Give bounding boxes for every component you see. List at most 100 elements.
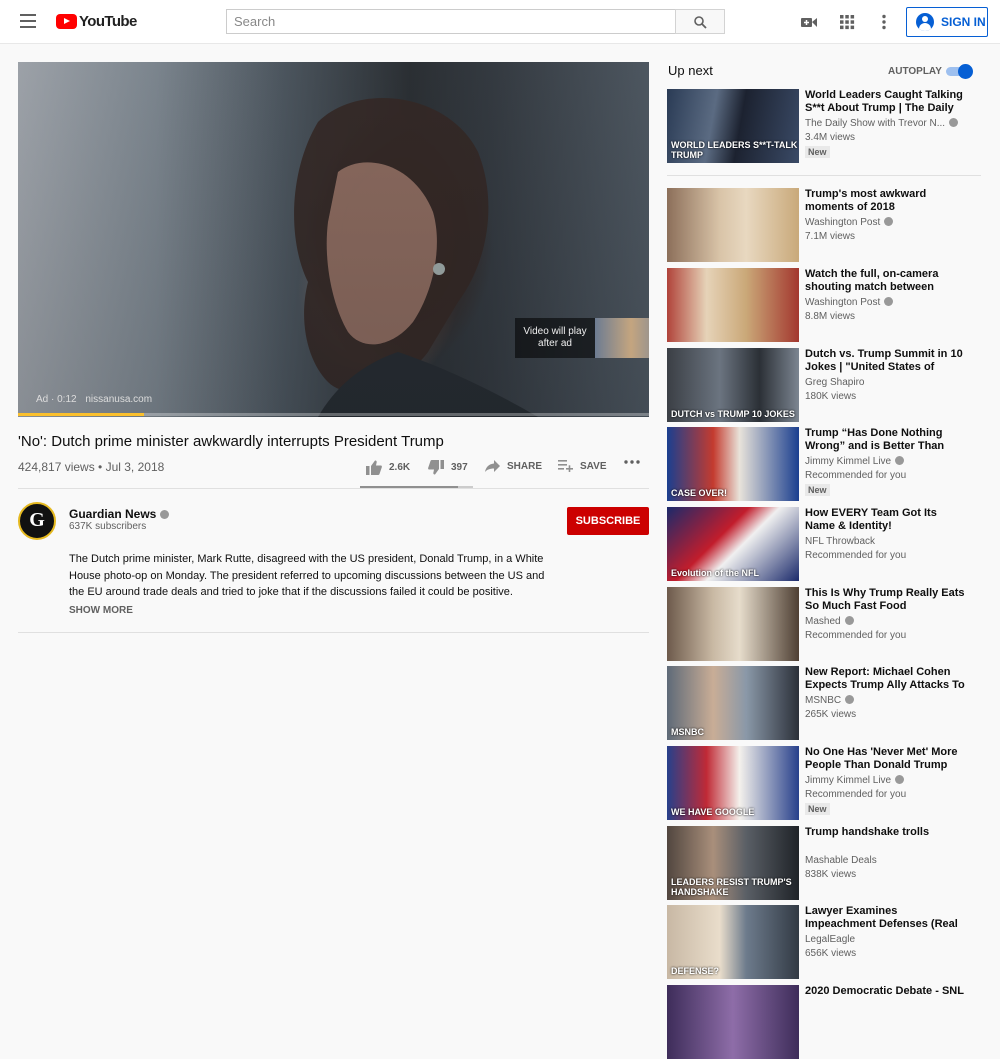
recommendation-item[interactable]: Evolution of the NFL How EVERY Team Got I… [667,507,987,582]
recommendation-thumbnail[interactable] [667,985,799,1059]
ad-label: Ad · 0:12 [36,394,77,405]
save-label: SAVE [580,460,607,472]
recommendation-channel: Mashable Deals [805,855,877,866]
recommendation-item[interactable]: 2020 Democratic Debate - SNL [667,985,987,1059]
thumbnail-caption: LEADERS RESIST TRUMP'S HANDSHAKE [671,877,792,897]
recommendation-title[interactable]: How EVERY Team Got Its Name & Identity! [805,507,965,532]
playlist-add-icon [558,460,573,472]
create-video-icon[interactable] [800,13,818,31]
recommendation-thumbnail[interactable]: MSNBC [667,666,799,740]
recommendation-thumbnail[interactable] [667,587,799,661]
recommendation-views: Recommended for you [805,630,907,641]
recommendation-thumbnail[interactable]: CASE OVER! [667,427,799,501]
recommendation-channel: MSNBC [805,695,965,706]
masthead: YouTube Search SIGN IN [0,0,1000,44]
recommendation-title[interactable]: Watch the full, on-camera shouting match… [805,268,965,293]
recommendation-thumbnail[interactable] [667,188,799,262]
ad-preview-text: Video will play after ad [515,318,595,358]
recommendation-views: 7.1M views [805,231,856,242]
recommendation-thumbnail[interactable]: WORLD LEADERS S**T-TALK TRUMP [667,89,799,163]
recommendation-item[interactable]: WE HAVE GOOGLE No One Has 'Never Met' Mor… [667,746,987,821]
recommendation-item[interactable]: CASE OVER! Trump “Has Done Nothing Wrong”… [667,427,987,502]
recommendation-channel: Washington Post [805,297,965,308]
recommendation-item[interactable]: This Is Why Trump Really Eats So Much Fa… [667,587,987,662]
ad-info: Ad · 0:12 nissanusa.com [36,394,152,405]
recommendation-thumbnail[interactable]: DUTCH vs TRUMP 10 JOKES [667,348,799,422]
autoplay-toggle[interactable] [946,64,974,79]
share-icon [485,460,500,472]
verified-icon [844,616,854,625]
recommendation-item[interactable]: DEFENSE? Lawyer Examines Impeachment Defe… [667,905,987,980]
verified-icon [884,217,894,226]
recommendation-item[interactable]: Watch the full, on-camera shouting match… [667,268,987,343]
channel-name[interactable]: Guardian News [69,507,156,521]
show-more-button[interactable]: SHOW MORE [69,605,133,616]
autoplay-label: AUTOPLAY [888,66,942,77]
verified-icon [949,118,959,127]
like-button[interactable]: 2.6K [366,460,410,475]
recommendation-views: 656K views [805,948,857,959]
recommendation-thumbnail[interactable]: Evolution of the NFL [667,507,799,581]
recommendation-thumbnail[interactable]: DEFENSE? [667,905,799,979]
sign-in-label: SIGN IN [941,15,986,29]
toggle-knob [958,64,973,79]
save-button[interactable]: SAVE [558,460,607,472]
recommendation-channel: Jimmy Kimmel Live [805,456,965,467]
search-button[interactable] [675,9,725,34]
recommendation-title[interactable]: This Is Why Trump Really Eats So Much Fa… [805,587,965,612]
apps-grid-icon[interactable] [838,13,856,31]
search-input[interactable]: Search [226,9,676,34]
recommendation-views: 838K views [805,869,857,880]
more-actions-button[interactable] [624,460,647,464]
recommendation-views: Recommended for you [805,550,907,561]
menu-icon[interactable] [20,14,36,28]
more-vert-icon[interactable] [875,13,893,31]
recommendation-title[interactable]: Trump “Has Done Nothing Wrong” and is Be… [805,427,965,452]
thumbnail-caption: WE HAVE GOOGLE [671,807,755,817]
new-badge: New [805,803,830,815]
ad-preview[interactable]: Video will play after ad [515,318,649,358]
recommendation-title[interactable]: No One Has 'Never Met' More People Than … [805,746,965,771]
recommendation-title[interactable]: Trump's most awkward moments of 2018 [805,188,965,213]
recommendation-thumbnail[interactable] [667,268,799,342]
recommendation-thumbnail[interactable]: LEADERS RESIST TRUMP'S HANDSHAKE [667,826,799,900]
recommendation-channel: The Daily Show with Trevor N... [805,118,965,129]
recommendation-item[interactable]: LEADERS RESIST TRUMP'S HANDSHAKE Trump ha… [667,826,987,901]
recommendation-title[interactable]: Dutch vs. Trump Summit in 10 Jokes | "Un… [805,348,965,373]
video-player[interactable]: Video will play after ad [18,62,649,417]
verified-icon [160,510,170,519]
subscribe-button[interactable]: SUBSCRIBE [567,507,649,535]
ad-url[interactable]: nissanusa.com [85,394,152,405]
share-button[interactable]: SHARE [485,460,542,472]
recommendation-item[interactable]: DUTCH vs TRUMP 10 JOKES Dutch vs. Trump S… [667,348,987,423]
recommendation-title[interactable]: 2020 Democratic Debate - SNL [805,985,965,998]
channel-avatar[interactable]: G [18,502,56,540]
thumbs-up-icon [366,460,382,475]
recommendation-views: 180K views [805,391,857,402]
recommendation-channel: Greg Shapiro [805,377,865,388]
recommendation-channel: Jimmy Kimmel Live [805,775,965,786]
recommendation-title[interactable]: Lawyer Examines Impeachment Defenses (Re… [805,905,965,930]
thumbnail-caption: Evolution of the NFL [671,568,759,578]
new-badge: New [805,484,830,496]
recommendation-thumbnail[interactable]: WE HAVE GOOGLE [667,746,799,820]
ad-progress-bar[interactable] [18,413,649,416]
recommendation-item[interactable]: WORLD LEADERS S**T-TALK TRUMP World Leade… [667,89,987,164]
video-meta: 424,817 views • Jul 3, 2018 [18,460,165,474]
verified-icon [895,456,905,465]
recommendation-item[interactable]: Trump's most awkward moments of 2018 Wash… [667,188,987,263]
sign-in-button[interactable]: SIGN IN [906,7,988,37]
recommendation-item[interactable]: MSNBC New Report: Michael Cohen Expects T… [667,666,987,741]
recommendation-views: 265K views [805,709,857,720]
like-count: 2.6K [389,462,411,473]
dislike-button[interactable]: 397 [428,460,468,475]
recommendation-title[interactable]: World Leaders Caught Talking S**t About … [805,89,965,114]
video-description: The Dutch prime minister, Mark Rutte, di… [69,553,545,598]
play-logo-icon [56,14,77,29]
youtube-logo[interactable]: YouTube [56,13,137,30]
recommendation-title[interactable]: New Report: Michael Cohen Expects Trump … [805,666,965,691]
more-horiz-icon [624,460,640,464]
recommendation-title[interactable]: Trump handshake trolls [805,826,965,839]
recommendation-views: 3.4M views [805,132,856,143]
channel-name-row[interactable]: Guardian News [69,507,170,521]
